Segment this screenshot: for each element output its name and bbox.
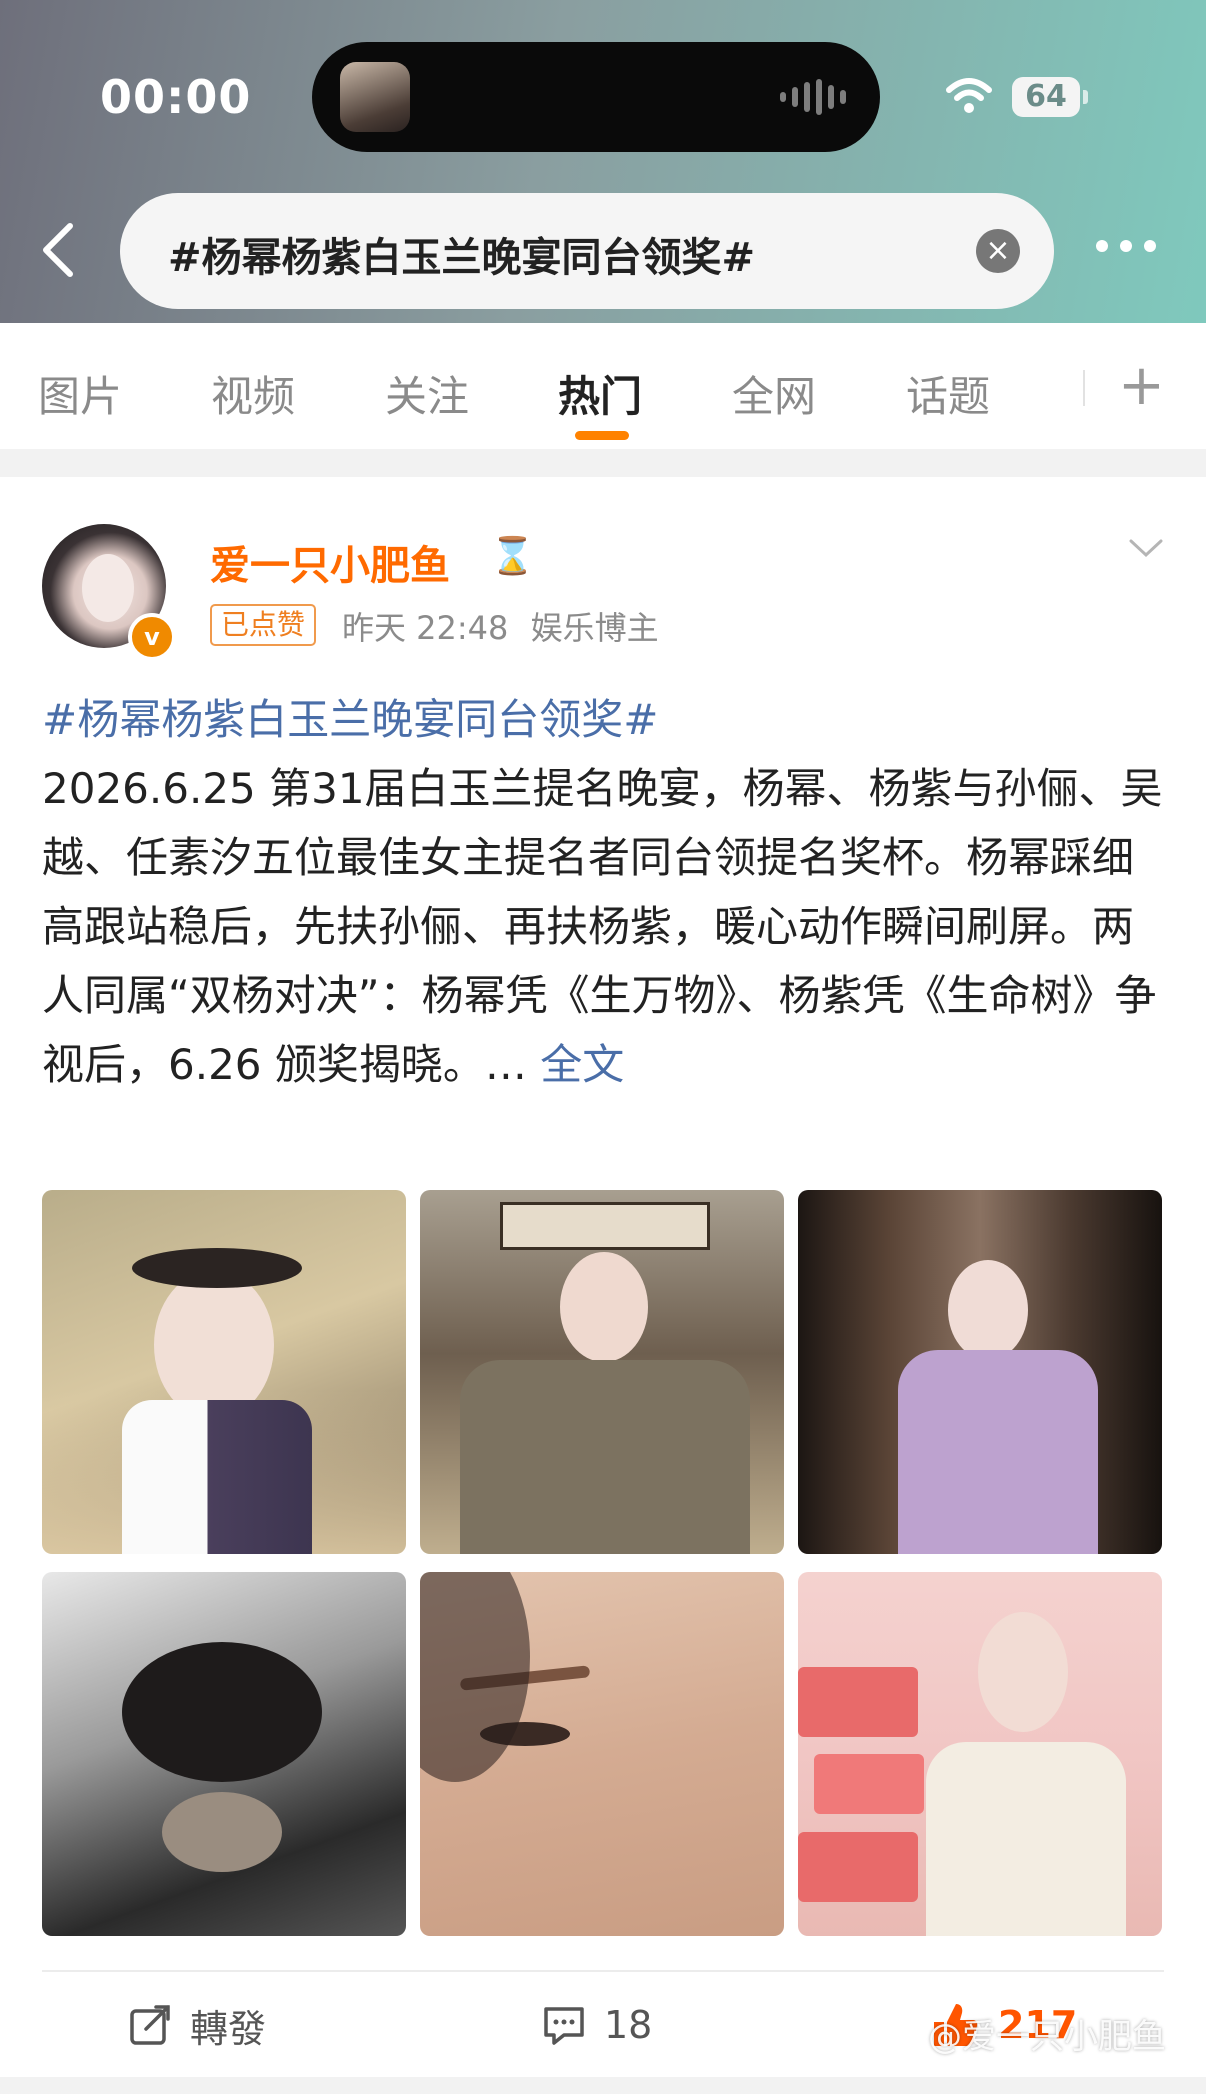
tab-videos[interactable]: 视频 — [211, 363, 295, 424]
chevron-down-icon[interactable] — [1128, 537, 1164, 561]
post-username[interactable]: 爱一只小肥鱼 — [210, 533, 450, 591]
tab-hot[interactable]: 热门 — [558, 363, 642, 424]
tab-following[interactable]: 关注 — [385, 363, 469, 424]
back-icon[interactable] — [34, 220, 84, 280]
liked-badge: 已点赞 — [210, 604, 317, 646]
photo-shop-sign[interactable] — [420, 1190, 784, 1554]
plus-icon[interactable]: + — [1118, 353, 1165, 418]
battery-indicator: 64 — [1012, 77, 1080, 117]
photo-clocks[interactable] — [798, 1572, 1162, 1936]
comment-button[interactable]: 18 — [542, 1995, 652, 2055]
dynamic-island[interactable] — [312, 42, 880, 152]
tab-all-web[interactable]: 全网 — [732, 363, 816, 424]
search-query: #杨幂杨紫白玉兰晚宴同台领奖# — [168, 235, 756, 281]
watermark: @爱一只小肥鱼 — [928, 2017, 1166, 2057]
post-time: 昨天 22:48 — [342, 609, 509, 647]
top-header: 00:00 64 #杨幂杨紫白玉兰晚宴同台领奖# × — [0, 0, 1206, 323]
now-playing-avatar — [340, 62, 410, 132]
post-category: 娱乐博主 — [530, 609, 659, 647]
more-icon[interactable] — [1096, 240, 1156, 252]
audio-wave-icon — [780, 79, 846, 115]
comment-icon — [544, 2007, 584, 2045]
image-grid — [42, 1190, 1164, 1936]
tab-topics[interactable]: 话题 — [906, 363, 990, 424]
post-card: v 爱一只小肥鱼 ⌛ 已点赞 昨天 22:48 娱乐博主 #杨幂杨紫白玉兰晚宴同… — [0, 477, 1206, 2077]
tab-images[interactable]: 图片 — [38, 363, 122, 424]
post-text: #杨幂杨紫白玉兰晚宴同台领奖# 2026.6.25 第31届白玉兰提名晚宴，杨幂… — [42, 685, 1172, 1099]
full-text-link[interactable]: 全文 — [540, 1040, 624, 1089]
post-meta: 昨天 22:48 娱乐博主 — [342, 603, 659, 649]
bottom-strip — [0, 2077, 1206, 2094]
verified-badge-icon: v — [128, 613, 176, 661]
active-tab-indicator — [575, 431, 629, 440]
photo-hat-braids[interactable] — [42, 1190, 406, 1554]
comment-count: 18 — [604, 2003, 653, 2047]
status-time: 00:00 — [100, 70, 252, 124]
photo-corridor-costume[interactable] — [798, 1190, 1162, 1554]
repost-icon — [130, 2005, 170, 2045]
photo-cat-hug[interactable] — [42, 1572, 406, 1936]
search-input[interactable]: #杨幂杨紫白玉兰晚宴同台领奖# × — [120, 193, 1054, 309]
battery-tip — [1083, 90, 1088, 104]
hourglass-icon: ⌛ — [490, 536, 535, 577]
tab-divider — [1083, 370, 1085, 406]
action-divider — [42, 1970, 1164, 1972]
repost-button[interactable]: 轉發 — [128, 1995, 266, 2055]
post-hashtag[interactable]: #杨幂杨紫白玉兰晚宴同台领奖# — [42, 695, 658, 744]
clear-icon[interactable]: × — [976, 229, 1020, 273]
photo-face-closeup[interactable] — [420, 1572, 784, 1936]
repost-label: 轉發 — [190, 2006, 267, 2051]
tab-bar: 图片 视频 关注 热门 全网 话题 + — [0, 323, 1206, 449]
wifi-icon — [946, 78, 992, 113]
